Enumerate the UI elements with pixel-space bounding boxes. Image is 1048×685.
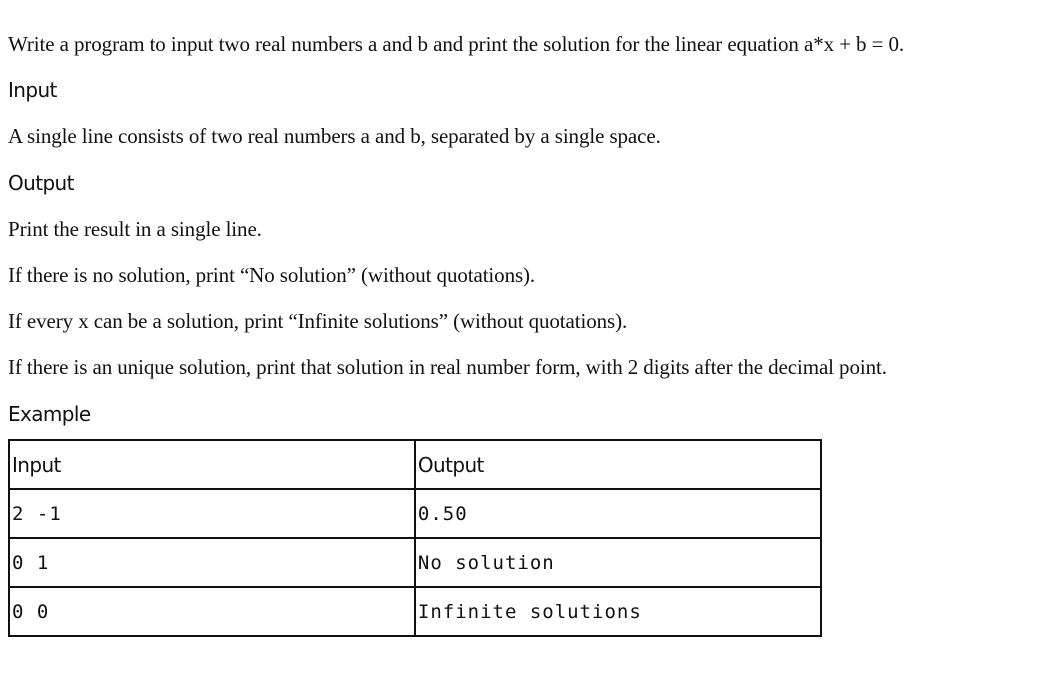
output-line: If there is no solution, print “No solut… — [8, 263, 536, 287]
table-header-row: Input Output — [8, 439, 823, 490]
output-line: Print the result in a single line. — [8, 217, 262, 241]
table-row: 2 -1 0.50 — [8, 488, 823, 539]
example-input-cell: 0 1 — [8, 537, 416, 588]
example-table: Input Output 2 -1 0.50 0 1 No solution 0… — [8, 439, 823, 637]
example-input-cell: 0 0 — [8, 586, 416, 637]
table-row: 0 1 No solution — [8, 537, 823, 588]
table-row: 0 0 Infinite solutions — [8, 586, 823, 637]
example-output-cell: 0.50 — [413, 488, 823, 539]
input-description: A single line consists of two real numbe… — [8, 124, 661, 148]
column-header-output: Output — [413, 439, 823, 490]
output-line: If every x can be a solution, print “Inf… — [8, 309, 628, 333]
output-line: If there is an unique solution, print th… — [8, 355, 887, 379]
example-input-cell: 2 -1 — [8, 488, 416, 539]
column-header-input: Input — [8, 439, 416, 490]
example-heading: Example — [8, 402, 91, 426]
input-heading: Input — [8, 78, 57, 102]
problem-statement: Write a program to input two real number… — [8, 32, 905, 56]
example-output-cell: No solution — [413, 537, 823, 588]
output-heading: Output — [8, 171, 74, 195]
example-output-cell: Infinite solutions — [413, 586, 823, 637]
